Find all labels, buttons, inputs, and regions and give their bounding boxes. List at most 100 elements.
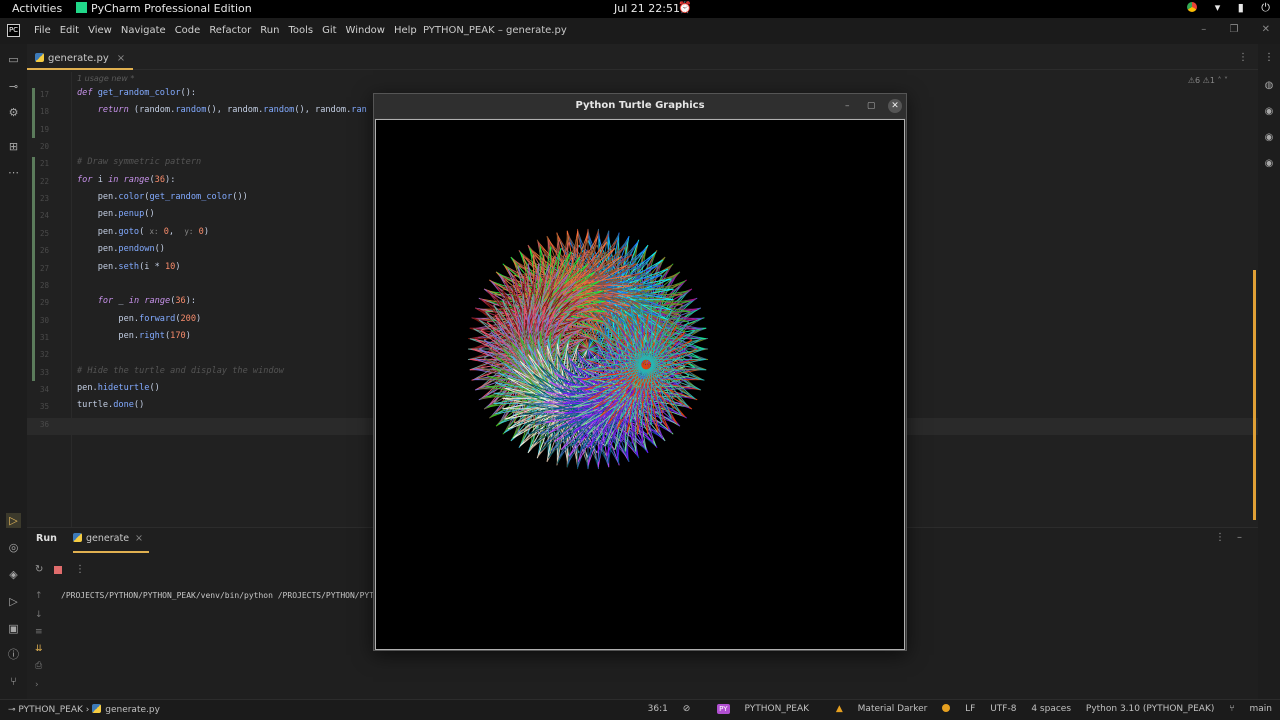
inspection-widget[interactable]: ⚠6 ⚠1 ˄ ˅: [1188, 76, 1228, 85]
database-icon[interactable]: ◍: [1262, 79, 1276, 93]
code-line[interactable]: turtle.done(): [77, 400, 144, 410]
python-packages-icon[interactable]: ⚙: [6, 105, 21, 120]
run-tool-icon[interactable]: ▷: [6, 513, 21, 528]
chrome-icon[interactable]: [1187, 2, 1198, 12]
scrollbar-thumb[interactable]: [1253, 270, 1256, 520]
code-line[interactable]: pen.penup(): [77, 209, 155, 219]
problems-icon[interactable]: ⓘ: [6, 647, 21, 662]
code-line[interactable]: pen.hideturtle(): [77, 383, 160, 393]
theme-status-dot-icon[interactable]: [942, 704, 951, 712]
menu-edit[interactable]: Edit: [60, 25, 79, 36]
code-line[interactable]: for i in range(36):: [77, 175, 175, 185]
tab-generate-py[interactable]: generate.py ×: [27, 48, 134, 70]
print-icon[interactable]: ⎙: [35, 661, 42, 671]
code-line[interactable]: # Draw symmetric pattern: [77, 157, 201, 167]
python-run-icon: [73, 533, 82, 542]
menu-navigate[interactable]: Navigate: [121, 25, 166, 36]
plugin-icon-2[interactable]: ◉: [1262, 157, 1276, 171]
more-tools-icon[interactable]: ⋯: [6, 165, 21, 180]
python-file-icon: [35, 53, 44, 62]
more-actions-icon[interactable]: ⋮: [75, 564, 85, 575]
rerun-icon[interactable]: ↻: [35, 564, 43, 575]
turtle-graphics-window[interactable]: Python Turtle Graphics – ▢ ✕: [373, 93, 907, 651]
turtle-canvas[interactable]: [375, 119, 905, 650]
wifi-icon[interactable]: ▾: [1215, 1, 1221, 14]
turtle-minimize-icon[interactable]: –: [840, 99, 854, 113]
menu-tools[interactable]: Tools: [288, 25, 313, 36]
run-tab-close-icon[interactable]: ×: [135, 533, 143, 544]
code-line[interactable]: pen.forward(200): [77, 314, 201, 324]
activities-button[interactable]: Activities: [12, 2, 62, 15]
git-branch[interactable]: ⑂ main: [1229, 704, 1272, 714]
editor-tab-bar: generate.py × ⋮: [27, 48, 1258, 70]
turtle-maximize-icon[interactable]: ▢: [864, 99, 878, 113]
code-line[interactable]: # Hide the turtle and display the window: [77, 366, 284, 376]
change-marker[interactable]: [32, 88, 35, 139]
run-tab-generate[interactable]: generate ×: [73, 528, 150, 553]
system-tray[interactable]: ▾ ▮ ⏻: [1173, 1, 1270, 15]
hide-panel-icon[interactable]: –: [1237, 532, 1242, 543]
commit-icon[interactable]: ⊸: [6, 79, 21, 94]
structure-icon[interactable]: ⊞: [6, 139, 21, 154]
line-number: 20: [39, 142, 49, 152]
maximize-icon[interactable]: ❐: [1229, 24, 1238, 35]
power-icon[interactable]: ⏻: [1261, 1, 1270, 14]
soft-wrap-icon[interactable]: ≡: [35, 627, 43, 637]
project-widget[interactable]: PY PYTHON_PEAK: [705, 704, 809, 714]
read-only-lock-icon[interactable]: ⊘: [683, 704, 691, 714]
file-encoding[interactable]: UTF-8: [990, 704, 1016, 714]
menu-file[interactable]: File: [34, 25, 51, 36]
menu-run[interactable]: Run: [260, 25, 279, 36]
minimize-icon[interactable]: –: [1201, 24, 1206, 35]
theme-widget[interactable]: ▲ Material Darker: [824, 704, 928, 714]
menu-window[interactable]: Window: [346, 25, 385, 36]
code-line[interactable]: for _ in range(36):: [77, 296, 196, 306]
menu-view[interactable]: View: [88, 25, 112, 36]
code-line[interactable]: pen.goto( x: 0, y: 0): [77, 227, 209, 237]
menu-help[interactable]: Help: [394, 25, 417, 36]
battery-icon[interactable]: ▮: [1238, 1, 1244, 14]
app-menu[interactable]: PyCharm Professional Edition: [76, 2, 252, 15]
git-icon[interactable]: ⑂: [6, 674, 21, 689]
code-line[interactable]: pen.pendown(): [77, 244, 165, 254]
code-line[interactable]: pen.right(170): [77, 331, 190, 341]
indent-setting[interactable]: 4 spaces: [1031, 704, 1071, 714]
notifications-icon[interactable]: ⋮: [1262, 51, 1276, 65]
change-marker[interactable]: [32, 157, 35, 381]
layers-icon[interactable]: ◈: [6, 567, 21, 582]
scroll-down-icon[interactable]: ↓: [35, 610, 43, 620]
clock[interactable]: Jul 21 22:51: [614, 2, 680, 15]
line-number: 32: [39, 350, 49, 360]
code-line[interactable]: return (random.random(), random.random()…: [77, 105, 367, 115]
line-separator[interactable]: LF: [965, 704, 975, 714]
close-icon[interactable]: ✕: [1262, 24, 1270, 35]
run-options-icon[interactable]: ⋮: [1215, 532, 1225, 543]
usage-hint[interactable]: 1 usage new *: [77, 74, 134, 83]
tab-options-icon[interactable]: ⋮: [1238, 52, 1248, 63]
services-icon[interactable]: ▷: [6, 594, 21, 609]
file-breadcrumb[interactable]: generate.py: [92, 704, 160, 715]
tab-close-icon[interactable]: ×: [117, 53, 125, 64]
turtle-close-icon[interactable]: ✕: [888, 99, 902, 113]
ai-assistant-icon[interactable]: ◉: [1262, 105, 1276, 119]
code-line[interactable]: def get_random_color():: [77, 88, 196, 98]
debug-icon[interactable]: ◎: [6, 540, 21, 555]
menu-refactor[interactable]: Refactor: [209, 25, 251, 36]
menu-git[interactable]: Git: [322, 25, 336, 36]
stop-icon[interactable]: [54, 566, 62, 574]
project-breadcrumb[interactable]: ⊸ PYTHON_PEAK: [8, 705, 83, 715]
expand-icon[interactable]: ›: [35, 680, 39, 690]
scroll-up-icon[interactable]: ↑: [35, 591, 43, 601]
menu-code[interactable]: Code: [175, 25, 201, 36]
python-interpreter[interactable]: Python 3.10 (PYTHON_PEAK): [1086, 704, 1214, 714]
turtle-window-title[interactable]: Python Turtle Graphics: [374, 94, 906, 118]
scroll-to-end-icon[interactable]: ⇊: [35, 644, 43, 654]
breadcrumb: ⊸ PYTHON_PEAK › generate.py: [8, 704, 160, 715]
terminal-icon[interactable]: ▣: [6, 621, 21, 636]
code-line[interactable]: pen.seth(i * 10): [77, 262, 181, 272]
code-line[interactable]: pen.color(get_random_color()): [77, 192, 248, 202]
line-number: 23: [39, 194, 49, 204]
plugin-icon-1[interactable]: ◉: [1262, 131, 1276, 145]
caret-position[interactable]: 36:1: [648, 704, 668, 714]
project-folder-icon[interactable]: ▭: [6, 52, 21, 67]
